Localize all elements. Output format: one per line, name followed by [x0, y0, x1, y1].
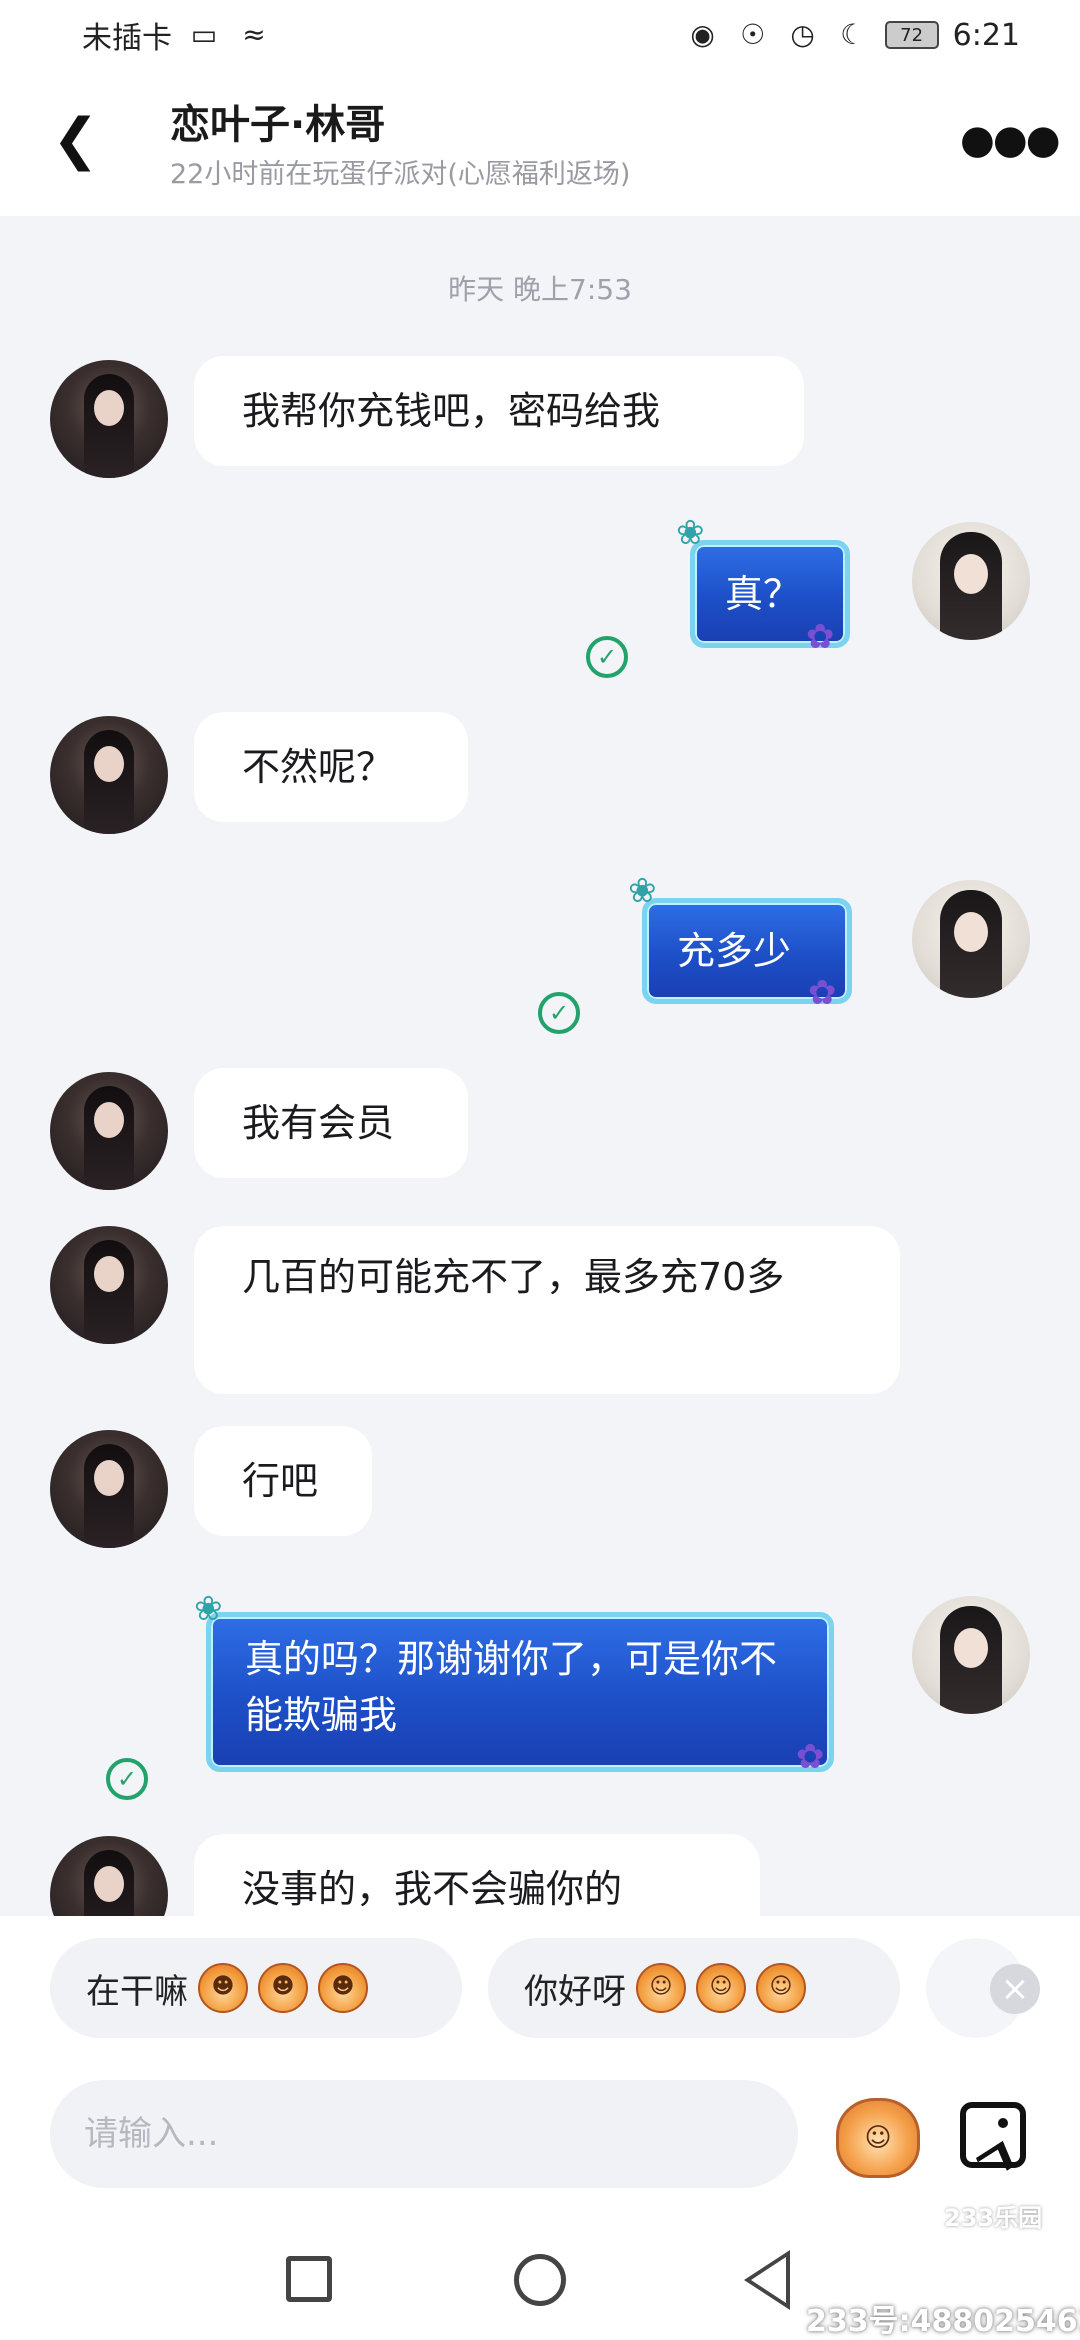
recent-apps-square-icon[interactable]	[286, 2256, 332, 2302]
message-bubble-received[interactable]: 行吧	[194, 1426, 372, 1536]
system-nav-bar: 233乐园 233号:488025461	[0, 2204, 1080, 2340]
watermark-logo: 233乐园	[944, 2204, 1043, 2232]
quick-reply-bar: 在干嘛 ☻ ☻ ☻ 你好呀 ☺ ☺ ☺ ×	[0, 1916, 1080, 2070]
carrier-label: 未插卡	[82, 21, 172, 56]
fairy-deco-icon: ✿	[808, 973, 837, 1013]
wifi-icon: ≈	[242, 18, 266, 51]
close-icon[interactable]: ×	[990, 1964, 1040, 2014]
butterfly-deco-icon: ❀	[676, 513, 705, 553]
grinning-mascot-icon: ☻	[318, 1963, 368, 2013]
quick-reply-text: 你好呀	[524, 1971, 626, 2012]
watermark-id: 233号:488025461	[806, 2304, 1080, 2339]
image-picker-icon[interactable]	[960, 2102, 1026, 2168]
chat-timestamp: 昨天 晚上7:53	[448, 273, 632, 306]
chat-header: ❮ 恋叶子·林哥 22小时前在玩蛋仔派对(心愿福利返场) ●●●	[0, 70, 1080, 216]
more-dots-icon[interactable]: ●●●	[960, 110, 1061, 170]
message-bubble-received[interactable]: 几百的可能充不了，最多充70多	[194, 1226, 900, 1394]
read-check-icon: ✓	[106, 1758, 148, 1800]
grinning-mascot-icon: ☻	[258, 1963, 308, 2013]
contact-avatar[interactable]	[50, 1072, 168, 1190]
message-text: 我有会员	[242, 1101, 395, 1145]
contact-avatar[interactable]	[50, 360, 168, 478]
message-text: 充多少	[677, 929, 792, 973]
grinning-mascot-icon: ☻	[198, 1963, 248, 2013]
battery-indicator: 72	[884, 21, 939, 49]
read-check-icon: ✓	[538, 992, 580, 1034]
status-bar: 未插卡 ▭ ≈ ◉ ☉ ◷ ☾ 72 6:21	[0, 0, 1080, 70]
message-input[interactable]	[50, 2080, 798, 2188]
fairy-deco-icon: ✿	[796, 1737, 825, 1777]
moon-icon: ☾	[840, 18, 866, 51]
surprised-mascot-icon: ☺	[696, 1963, 746, 2013]
alarm-icon: ◷	[790, 18, 815, 51]
message-text: 行吧	[242, 1459, 319, 1503]
message-text: 没事的，我不会骗你的	[242, 1867, 623, 1911]
quick-reply-chip[interactable]: 在干嘛 ☻ ☻ ☻	[50, 1938, 462, 2038]
back-triangle-icon[interactable]	[744, 2250, 790, 2310]
sim-alert-icon: ▭	[190, 18, 218, 51]
message-text: 几百的可能充不了，最多充70多	[242, 1255, 785, 1299]
surprised-mascot-icon: ☺	[756, 1963, 806, 2013]
message-bubble-received[interactable]: 不然呢？	[194, 712, 468, 822]
message-bubble-received[interactable]: 我帮你充钱吧，密码给我	[194, 356, 804, 466]
contact-name: 恋叶子·林哥	[170, 102, 386, 148]
contact-avatar[interactable]	[50, 1226, 168, 1344]
my-avatar[interactable]	[912, 880, 1030, 998]
eye-icon: ☉	[740, 18, 766, 51]
input-bar: ☺	[0, 2070, 1080, 2220]
quick-reply-chip[interactable]: 你好呀 ☺ ☺ ☺	[488, 1938, 900, 2038]
emoji-mascot-icon[interactable]: ☺	[836, 2098, 920, 2178]
home-circle-icon[interactable]	[514, 2254, 566, 2306]
my-avatar[interactable]	[912, 522, 1030, 640]
clock: 6:21	[952, 17, 1020, 53]
contact-status: 22小时前在玩蛋仔派对(心愿福利返场)	[170, 159, 631, 190]
message-text: 不然呢？	[242, 745, 395, 789]
butterfly-deco-icon: ❀	[628, 871, 657, 911]
read-check-icon: ✓	[586, 636, 628, 678]
fairy-deco-icon: ✿	[806, 617, 835, 657]
butterfly-deco-icon: ❀	[194, 1589, 223, 1629]
message-text: 真？	[725, 572, 802, 616]
back-chevron-left-icon[interactable]: ❮	[52, 108, 116, 172]
contact-avatar[interactable]	[50, 716, 168, 834]
my-avatar[interactable]	[912, 1596, 1030, 1714]
message-bubble-sent[interactable]: 真的吗？那谢谢你了，可是你不能欺骗我	[206, 1612, 834, 1772]
surprised-mascot-icon: ☺	[636, 1963, 686, 2013]
quick-reply-text: 在干嘛	[86, 1971, 188, 2012]
message-bubble-received[interactable]: 我有会员	[194, 1068, 468, 1178]
hd-icon: ◉	[690, 18, 715, 51]
contact-avatar[interactable]	[50, 1430, 168, 1548]
message-text: 真的吗？那谢谢你了，可是你不能欺骗我	[245, 1637, 778, 1737]
message-text: 我帮你充钱吧，密码给我	[242, 389, 661, 433]
